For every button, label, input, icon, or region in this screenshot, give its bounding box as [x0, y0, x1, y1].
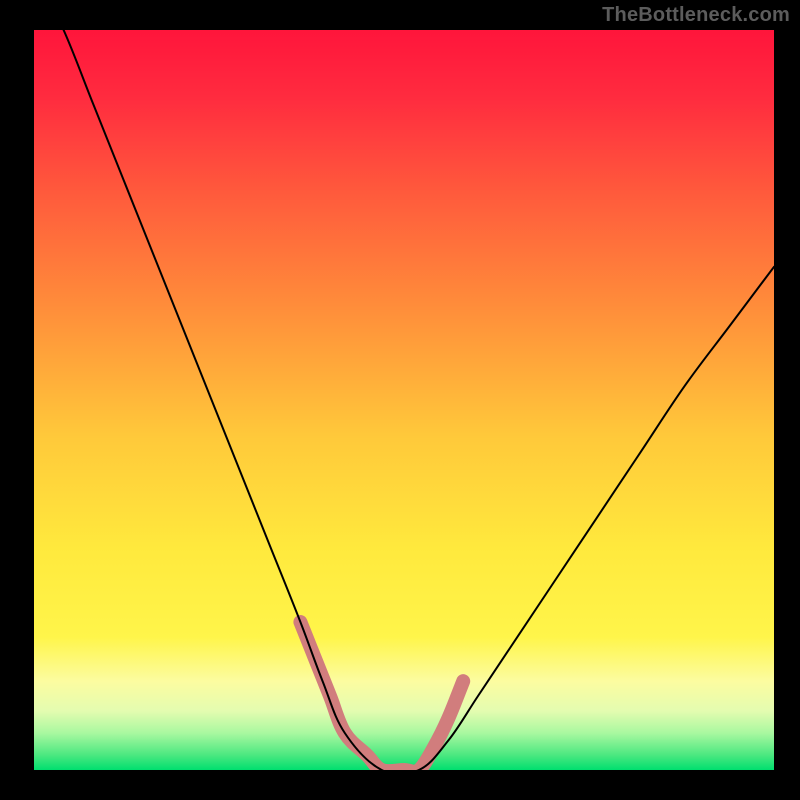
chart-frame: TheBottleneck.com: [0, 0, 800, 800]
watermark-text: TheBottleneck.com: [602, 4, 790, 27]
plot-background: [34, 30, 774, 770]
bottleneck-chart-svg: [0, 0, 800, 800]
